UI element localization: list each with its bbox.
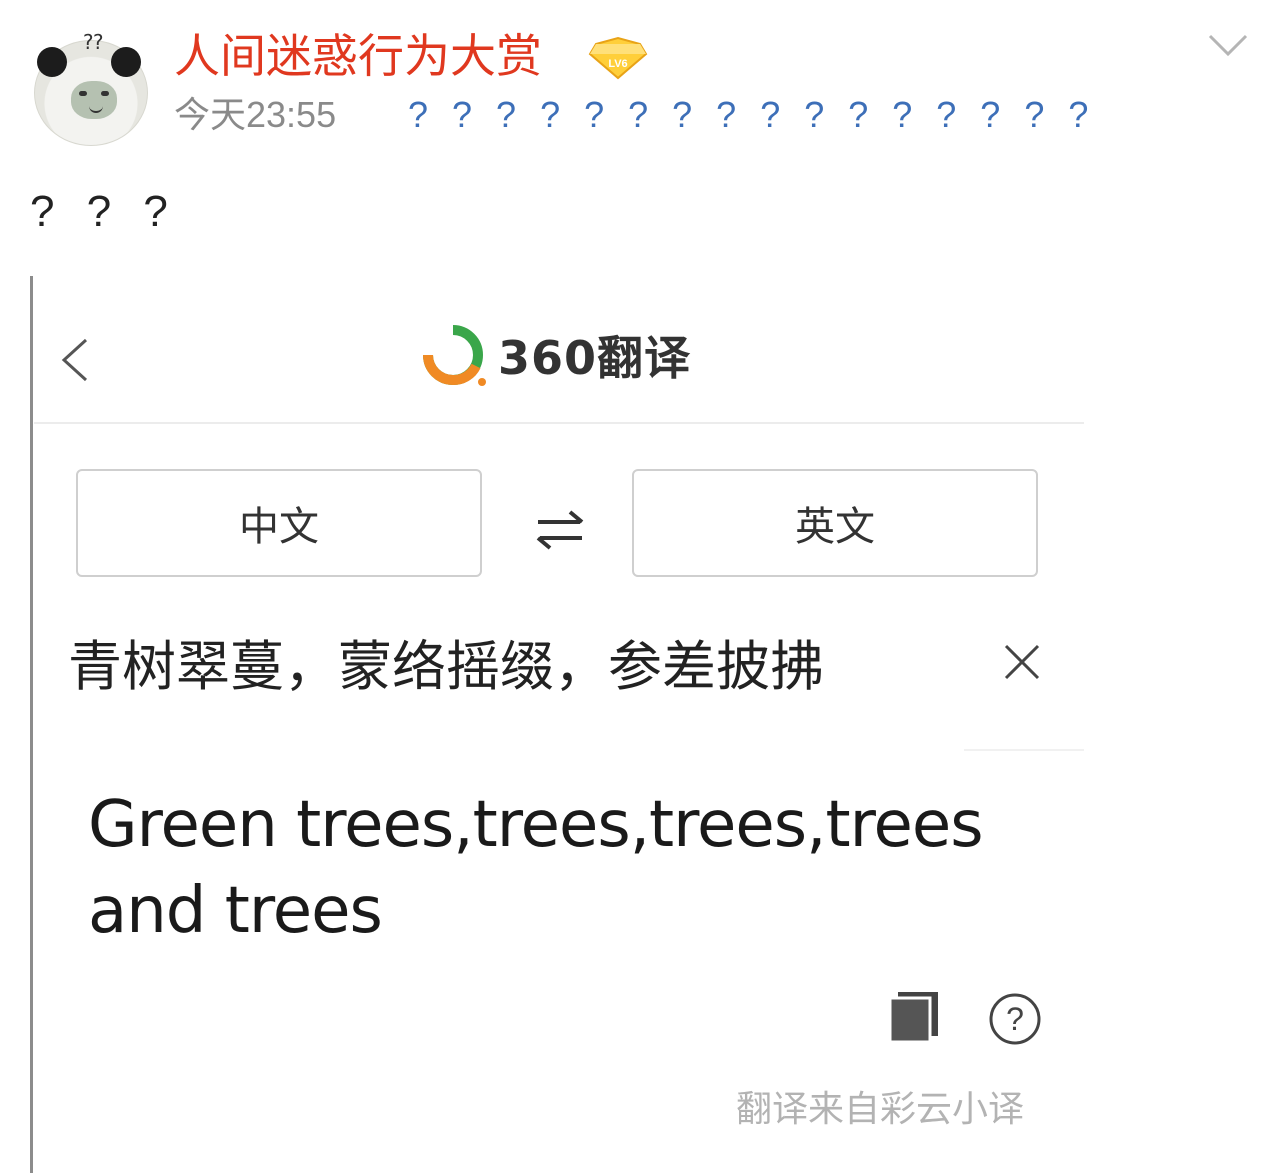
chevron-down-icon[interactable] [1206, 28, 1250, 60]
input-text: 青树翠蔓，蒙络摇缀，参差披拂 [68, 635, 824, 698]
app-logo-icon [423, 325, 486, 386]
input-divider [964, 749, 1084, 751]
avatar[interactable] [34, 40, 148, 146]
back-icon [61, 338, 88, 382]
post-source[interactable]: ? ? ? ? ? ? ? ? ? ? ? ? ? ? ? ? [408, 94, 1095, 136]
header-divider [34, 422, 1084, 424]
translation-output: Green trees,trees,trees,trees and trees [88, 788, 984, 948]
close-icon [1004, 644, 1040, 680]
avatar-decoration: ?? [82, 30, 104, 54]
app-name: 360翻译 [498, 331, 692, 385]
svg-text:?: ? [1006, 1001, 1024, 1037]
source-language-button: 中文 [76, 469, 482, 577]
post-text: ? ? ? [30, 187, 178, 236]
level-badge-text: LV6 [608, 58, 627, 70]
target-language-button: 英文 [632, 469, 1038, 577]
post-timestamp: 今天23:55 [174, 94, 337, 135]
translation-attribution: 翻译来自彩云小译 [736, 1089, 1025, 1130]
help-icon: ? [989, 993, 1041, 1045]
level-badge-icon: LV6 [588, 36, 648, 80]
copy-icon [888, 992, 938, 1044]
username[interactable]: 人间迷惑行为大赏 [174, 28, 542, 84]
swap-languages-icon [536, 510, 584, 550]
